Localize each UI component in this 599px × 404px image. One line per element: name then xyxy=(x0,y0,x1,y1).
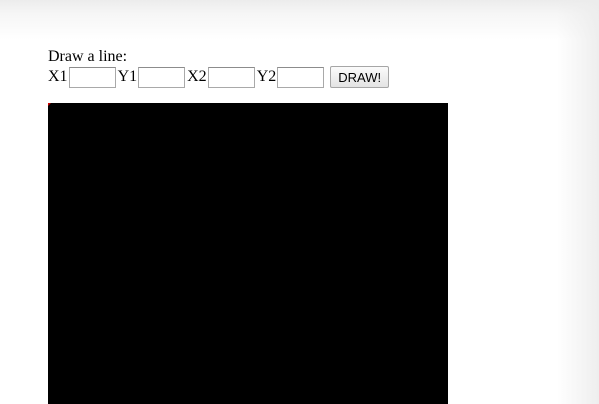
y1-input[interactable] xyxy=(138,66,186,88)
draw-button[interactable]: DRAW! xyxy=(330,66,390,88)
right-edge-shadow xyxy=(557,0,599,404)
x1-input[interactable] xyxy=(68,66,116,88)
form-title: Draw a line: xyxy=(48,48,128,65)
x1-label: X1 xyxy=(48,68,68,85)
y2-input[interactable] xyxy=(277,66,325,88)
page: Draw a line: X1 Y1 X2 Y2 DRAW! xyxy=(0,0,599,404)
coordinate-controls: X1 Y1 X2 Y2 DRAW! xyxy=(48,66,390,88)
drawing-canvas[interactable] xyxy=(48,103,448,404)
y1-label: Y1 xyxy=(117,68,138,85)
x2-input[interactable] xyxy=(207,66,255,88)
x2-label: X2 xyxy=(187,68,207,85)
origin-marker xyxy=(48,103,51,106)
draw-line-form: Draw a line: X1 Y1 X2 Y2 DRAW! xyxy=(48,48,390,88)
y2-label: Y2 xyxy=(256,68,277,85)
